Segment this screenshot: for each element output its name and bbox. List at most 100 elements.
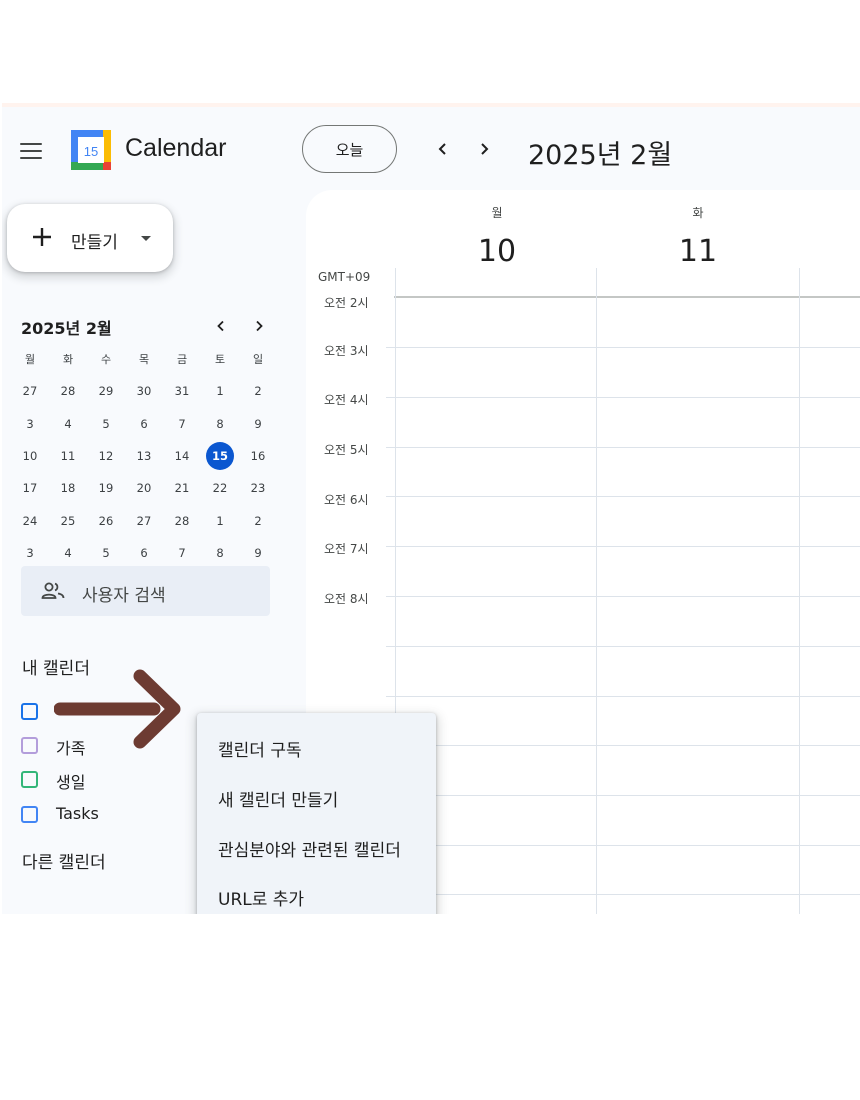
mini-calendar-day[interactable]: 27 (125, 504, 163, 536)
mini-calendar-day[interactable]: 26 (87, 504, 125, 536)
day-number: 10 (22, 449, 38, 464)
weekday-label: 토 (214, 353, 226, 367)
mini-calendar-day[interactable]: 28 (163, 504, 201, 536)
mini-calendar-day[interactable]: 6 (125, 537, 163, 569)
mini-calendar-day[interactable]: 8 (201, 408, 239, 440)
day-name: 월 (491, 206, 503, 220)
day-number: 29 (98, 384, 114, 399)
weekday-label: 화 (62, 353, 74, 367)
mini-next-month-button[interactable] (250, 317, 268, 335)
mini-calendar-day[interactable]: 27 (11, 375, 49, 407)
mini-calendar-day[interactable]: 30 (125, 375, 163, 407)
day-number: 3 (26, 416, 34, 431)
mini-calendar-day[interactable]: 29 (87, 375, 125, 407)
menu-item-label: URL로 추가 (218, 890, 305, 910)
menu-item-subscribe-calendar[interactable]: 캘린더 구독 (197, 726, 436, 766)
main-menu-icon[interactable] (20, 143, 42, 159)
day-number: 1 (216, 384, 224, 399)
mini-calendar-day[interactable]: 19 (87, 472, 125, 504)
calendar-checkbox[interactable] (21, 737, 38, 754)
mini-calendar-grid: 월화수목금토일 27 28 29 30 31 1 2 3 4 5 6 7 8 9 10 11 12 13 14 15 1… (11, 343, 277, 569)
day-number: 12 (98, 449, 114, 464)
day-number: 19 (98, 481, 114, 496)
mini-calendar-day[interactable]: 25 (49, 504, 87, 536)
current-period-title: 2025년 2월 (528, 140, 673, 171)
day-number: 16 (250, 449, 266, 464)
mini-calendar-day[interactable]: 17 (11, 472, 49, 504)
create-button[interactable]: 만들기 (7, 204, 173, 272)
day-number[interactable]: 11 (597, 234, 799, 269)
day-number: 18 (60, 481, 76, 496)
weekday-label: 목 (138, 353, 150, 367)
mini-calendar-day[interactable]: 8 (201, 537, 239, 569)
day-number: 30 (136, 384, 152, 399)
calendar-checkbox[interactable] (21, 703, 38, 720)
mini-calendar-day[interactable]: 10 (11, 440, 49, 472)
add-calendar-menu: 캘린더 구독새 캘린더 만들기관심분야와 관련된 캘린더URL로 추가가져오기 (197, 713, 436, 914)
mini-calendar-day[interactable]: 16 (239, 440, 277, 472)
mini-calendar-day[interactable]: 2 (239, 504, 277, 536)
timezone-label: GMT+09 (318, 270, 371, 284)
search-users-field[interactable]: 사용자 검색 (21, 566, 270, 616)
mini-calendar-day[interactable]: 2 (239, 375, 277, 407)
mini-prev-month-button[interactable] (212, 317, 230, 335)
hour-gridline (386, 596, 860, 597)
previous-period-button[interactable] (432, 137, 454, 161)
mini-calendar-day[interactable]: 4 (49, 408, 87, 440)
mini-calendar-day[interactable]: 6 (125, 408, 163, 440)
menu-item-create-new-calendar[interactable]: 새 캘린더 만들기 (197, 776, 436, 816)
mini-calendar-day[interactable]: 12 (87, 440, 125, 472)
hour-gridline (386, 496, 860, 497)
today-button[interactable]: 오늘 (302, 125, 397, 173)
day-number[interactable]: 10 (396, 234, 598, 269)
mini-calendar-day[interactable]: 28 (49, 375, 87, 407)
day-number: 1 (216, 513, 224, 528)
hour-gridline (386, 845, 860, 846)
hour-gridline (386, 894, 860, 895)
mini-calendar-day[interactable]: 7 (163, 537, 201, 569)
mini-calendar-day[interactable]: 14 (163, 440, 201, 472)
calendar-checkbox[interactable] (21, 806, 38, 823)
mini-calendar-day[interactable]: 31 (163, 375, 201, 407)
hour-label: 오전 5시 (322, 441, 371, 458)
mini-calendar-day[interactable]: 22 (201, 472, 239, 504)
hour-label: 오전 4시 (322, 391, 371, 408)
day-column-divider (799, 268, 800, 914)
mini-calendar-day[interactable]: 20 (125, 472, 163, 504)
day-number: 9 (254, 545, 262, 560)
mini-calendar-day[interactable]: 3 (11, 408, 49, 440)
mini-calendar-weekday-row: 월화수목금토일 (11, 343, 277, 375)
menu-item-browse-interest-calendars[interactable]: 관심분야와 관련된 캘린더 (197, 826, 436, 866)
hour-gridline (386, 795, 860, 796)
calendar-checkbox[interactable] (21, 771, 38, 788)
mini-calendar-day[interactable]: 7 (163, 408, 201, 440)
mini-calendar-day[interactable]: 9 (239, 537, 277, 569)
day-number: 5 (102, 545, 110, 560)
menu-item-add-from-url[interactable]: URL로 추가 (197, 875, 436, 914)
day-number: 23 (250, 481, 266, 496)
day-header-tuesday: 화 11 (597, 190, 799, 290)
people-icon (41, 582, 65, 599)
chevron-left-icon (438, 143, 446, 155)
mini-calendar-day[interactable]: 4 (49, 537, 87, 569)
mini-calendar-day[interactable]: 9 (239, 408, 277, 440)
day-number: 11 (60, 449, 76, 464)
chevron-right-icon (481, 143, 489, 155)
other-calendars-title: 다른 캘린더 (22, 853, 106, 873)
mini-calendar-day[interactable]: 21 (163, 472, 201, 504)
calendar-logo-icon: 15 (71, 130, 111, 170)
mini-calendar-day[interactable]: 5 (87, 408, 125, 440)
next-period-button[interactable] (473, 137, 495, 161)
mini-calendar-day[interactable]: 5 (87, 537, 125, 569)
day-number: 21 (174, 481, 190, 496)
mini-calendar-day-selected[interactable]: 15 (201, 440, 239, 472)
mini-calendar-day[interactable]: 11 (49, 440, 87, 472)
mini-calendar-day[interactable]: 3 (11, 537, 49, 569)
mini-calendar-day[interactable]: 13 (125, 440, 163, 472)
mini-calendar-day[interactable]: 1 (201, 375, 239, 407)
day-column-divider (596, 268, 597, 914)
mini-calendar-day[interactable]: 24 (11, 504, 49, 536)
mini-calendar-day[interactable]: 1 (201, 504, 239, 536)
mini-calendar-day[interactable]: 23 (239, 472, 277, 504)
mini-calendar-day[interactable]: 18 (49, 472, 87, 504)
